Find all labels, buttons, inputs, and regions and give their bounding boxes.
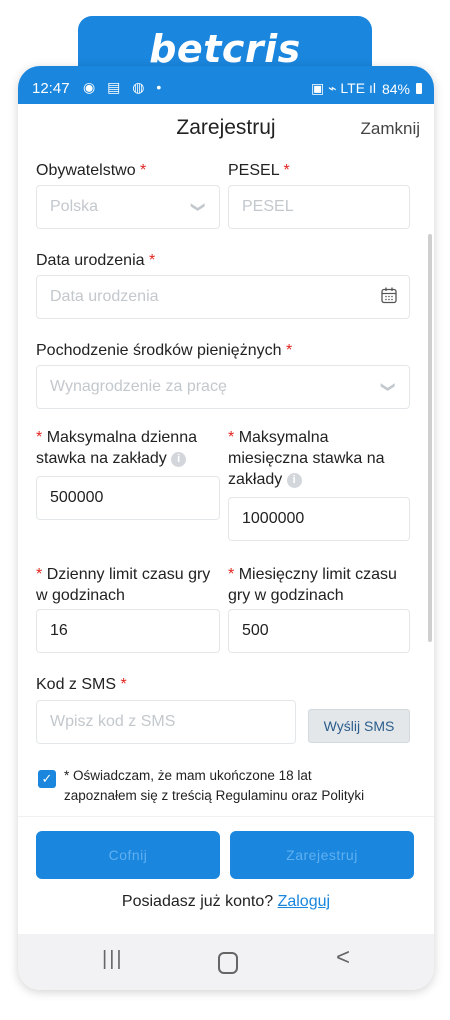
funds-origin-select[interactable]: Wynagrodzenie za pracę ❯ [36, 365, 410, 409]
status-bar: 12:47 ◉ ▤ ◍ • ▣ ⌁ LTE ıl 84% [18, 66, 434, 104]
monthly-time-input[interactable]: 500 [228, 609, 410, 653]
close-button[interactable]: Zamknij [360, 119, 420, 139]
pesel-label-text: PESEL [228, 162, 279, 179]
home-icon[interactable] [218, 952, 238, 974]
battery-icon [416, 83, 422, 94]
sms-code-placeholder: Wpisz kod z SMS [50, 713, 176, 730]
consent-text: * Oświadczam, że mam ukończone 18 lat za… [64, 766, 404, 806]
pesel-placeholder: PESEL [242, 198, 294, 215]
calendar-icon[interactable] [381, 287, 397, 304]
form-footer: Cofnij Zarejestruj Posiadasz już konto? … [18, 816, 434, 933]
info-icon[interactable]: i [286, 473, 302, 488]
required-mark: * [148, 252, 156, 269]
daily-time-input[interactable]: 16 [36, 609, 220, 653]
send-sms-button[interactable]: Wyślij SMS [308, 709, 410, 743]
required-mark: * [228, 429, 235, 446]
daily-stake-value: 500000 [50, 489, 104, 506]
funds-origin-label-text: Pochodzenie środków pieniężnych [36, 342, 282, 359]
monthly-stake-label-line2: miesięczna stawka na [228, 450, 385, 467]
sms-code-label: Kod z SMS * [36, 674, 127, 695]
phone-frame: 12:47 ◉ ▤ ◍ • ▣ ⌁ LTE ıl 84% Zarejestruj… [18, 66, 434, 990]
monthly-stake-label-line1: Maksymalna [238, 429, 329, 446]
citizenship-label: Obywatelstwo * [36, 160, 146, 181]
signal-icon: ▣ ⌁ LTE ıl [311, 80, 376, 96]
login-prompt: Posiadasz już konto? Zaloguj [18, 893, 434, 911]
consent-line1: * Oświadczam, że mam ukończone 18 lat [64, 768, 312, 783]
daily-stake-input[interactable]: 500000 [36, 476, 220, 520]
daily-time-label: * Dzienny limit czasu gry w godzinach [36, 564, 232, 606]
login-link[interactable]: Zaloguj [278, 893, 330, 910]
funds-origin-placeholder: Wynagrodzenie za pracę [50, 378, 227, 395]
required-mark: * [283, 162, 290, 179]
check-icon: ✓ [41, 771, 53, 786]
required-mark: * [228, 566, 235, 583]
daily-time-value: 16 [50, 622, 68, 639]
required-mark: * [140, 162, 147, 179]
daily-time-label-line1: Dzienny limit czasu gry [46, 566, 211, 583]
monthly-time-label: * Miesięczny limit czasu gry w godzinach [228, 564, 418, 606]
consent-checkbox[interactable]: ✓ [38, 770, 56, 788]
scrollbar[interactable] [428, 234, 432, 642]
sms-code-input[interactable]: Wpisz kod z SMS [36, 700, 296, 744]
monthly-time-label-line1: Miesięczny limit czasu [238, 566, 397, 583]
chevron-down-icon: ❯ [381, 381, 398, 393]
daily-stake-label-line1: Maksymalna dzienna [46, 429, 197, 446]
monthly-time-value: 500 [242, 622, 269, 639]
registration-form[interactable]: Obywatelstwo * PESEL * Polska ❯ PESEL Da… [18, 156, 434, 816]
pesel-input[interactable]: PESEL [228, 185, 410, 229]
back-icon[interactable]: < [336, 944, 350, 972]
daily-stake-label: * Maksymalna dzienna stawka na zakłady i [36, 427, 226, 469]
required-mark: * [36, 429, 43, 446]
funds-origin-label: Pochodzenie środków pieniężnych * [36, 340, 292, 361]
monthly-stake-value: 1000000 [242, 510, 305, 527]
sms-code-label-text: Kod z SMS [36, 676, 117, 693]
citizenship-select[interactable]: Polska ❯ [36, 185, 220, 229]
status-right: ▣ ⌁ LTE ıl 84% [311, 80, 422, 97]
battery-percent: 84% [381, 80, 410, 97]
birthdate-input[interactable]: Data urodzenia [36, 275, 410, 319]
birthdate-label-text: Data urodzenia [36, 252, 145, 269]
recent-apps-icon[interactable]: ||| [102, 948, 124, 971]
pesel-label: PESEL * [228, 160, 290, 181]
info-icon[interactable]: i [171, 452, 187, 467]
chevron-down-icon: ❯ [191, 201, 208, 213]
monthly-stake-input[interactable]: 1000000 [228, 497, 410, 541]
birthdate-label: Data urodzenia * [36, 250, 155, 271]
monthly-stake-label-line3: zakłady [228, 471, 283, 488]
back-button[interactable]: Cofnij [36, 831, 220, 879]
consent-line2: zapoznałem się z treścią Regulaminu oraz… [64, 788, 365, 803]
modal-header: Zarejestruj Zamknij [18, 104, 434, 156]
register-button[interactable]: Zarejestruj [230, 831, 414, 879]
citizenship-value: Polska [50, 198, 99, 215]
daily-stake-label-line2: stawka na zakłady [36, 450, 167, 467]
required-mark: * [36, 566, 43, 583]
status-time: 12:47 [32, 80, 70, 97]
monthly-stake-label: * Maksymalna miesięczna stawka na zakład… [228, 427, 418, 490]
monthly-time-label-line2: gry w godzinach [228, 587, 344, 604]
citizenship-label-text: Obywatelstwo [36, 162, 136, 179]
required-mark: * [285, 342, 293, 359]
birthdate-placeholder: Data urodzenia [50, 288, 159, 305]
login-prompt-text: Posiadasz już konto? [121, 893, 274, 910]
daily-time-label-line2: w godzinach [36, 587, 125, 604]
notification-icons: ◉ ▤ ◍ • [83, 79, 166, 95]
android-nav-bar: ||| < [18, 934, 434, 990]
required-mark: * [120, 676, 127, 693]
